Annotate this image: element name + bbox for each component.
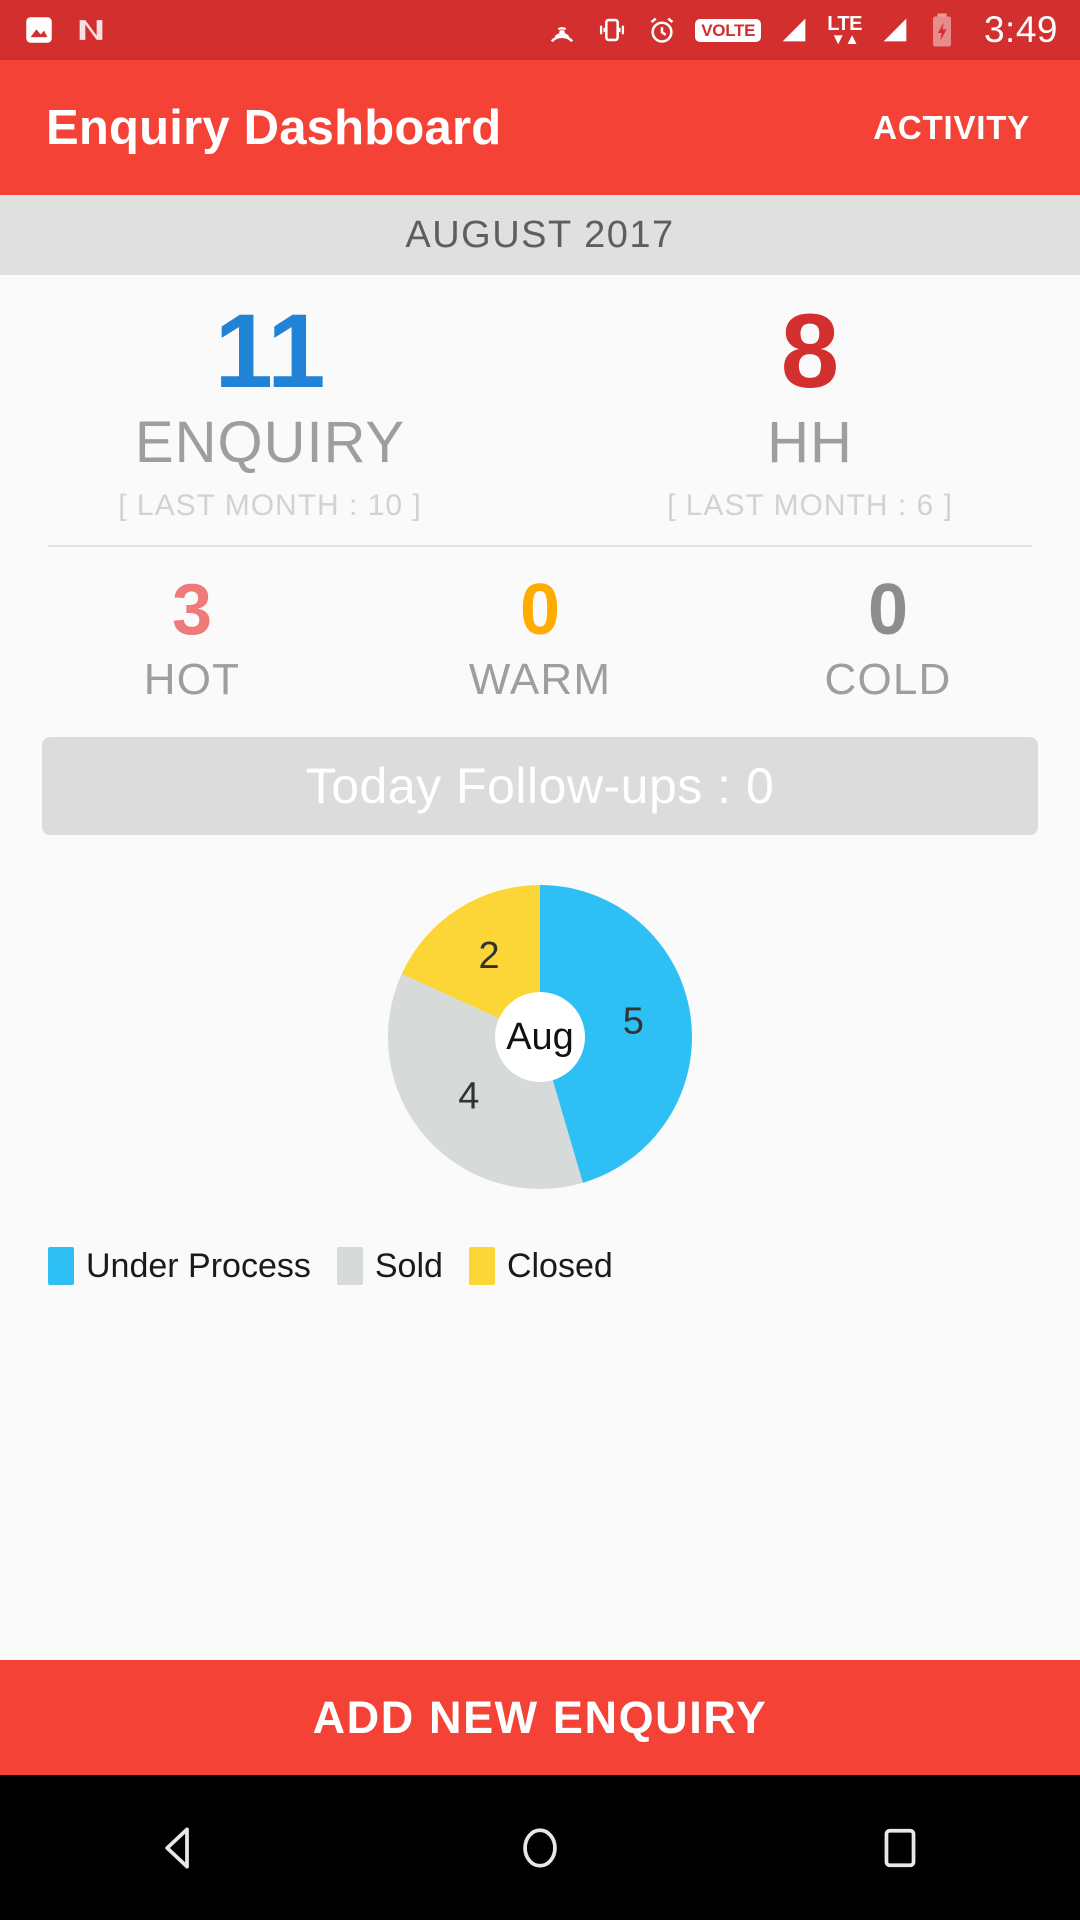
add-new-enquiry-button[interactable]: ADD NEW ENQUIRY: [0, 1660, 1080, 1775]
pie-chart-svg: 5 4 2Aug: [388, 884, 692, 1189]
primary-stats-row: 11 ENQUIRY [ LAST MONTH : 10 ] 8 HH [ LA…: [0, 275, 1080, 523]
image-icon: [22, 13, 56, 47]
signal-2-icon: [878, 13, 912, 47]
stat-enquiry-label: ENQUIRY: [134, 410, 406, 476]
stat-hot-value: 3: [171, 570, 213, 651]
volte-label: VOLTE: [695, 18, 762, 42]
back-nav-icon[interactable]: [80, 1775, 280, 1920]
android-navigation-bar: [0, 1775, 1080, 1920]
pie-center-label: Aug: [506, 1016, 574, 1058]
volte-icon: VOLTE: [695, 18, 762, 42]
lte-arrows-icon: ▼▲: [830, 30, 860, 48]
stat-warm-value: 0: [519, 570, 561, 651]
android-nougat-icon: [74, 13, 108, 47]
legend-label: Closed: [506, 1246, 613, 1285]
home-nav-icon[interactable]: [440, 1775, 640, 1920]
dashboard-content: 11 ENQUIRY [ LAST MONTH : 10 ] 8 HH [ LA…: [0, 275, 1080, 1660]
legend-item-under-process[interactable]: Under Process: [48, 1247, 311, 1286]
secondary-stats-row: 3 HOT 0 WARM 0 COLD: [0, 547, 1080, 705]
stat-cold-value: 0: [867, 570, 909, 651]
pie-slice-value-closed: 2: [478, 934, 499, 976]
app-bar: Enquiry Dashboard ACTIVITY: [0, 60, 1080, 195]
add-new-enquiry-label: ADD NEW ENQUIRY: [312, 1691, 768, 1743]
legend-swatch-icon: [468, 1247, 495, 1286]
battery-charging-icon: [928, 12, 956, 48]
legend-swatch-icon: [48, 1247, 74, 1286]
lte-data-icon: LTE ▼▲: [827, 14, 862, 47]
today-followups-label: Today Follow-ups : 0: [305, 757, 775, 814]
status-bar: VOLTE LTE ▼▲ 3:49: [0, 0, 1080, 60]
legend-swatch-icon: [336, 1247, 363, 1286]
stat-hh-last-month: [ LAST MONTH : 6 ]: [667, 489, 953, 523]
status-bar-system-icons: VOLTE LTE ▼▲ 3:49: [545, 9, 1058, 51]
stat-enquiry-value: 11: [214, 293, 326, 410]
app-root: VOLTE LTE ▼▲ 3:49 Enquiry Dashboard ACTI…: [0, 0, 1080, 1920]
stat-warm[interactable]: 0 WARM: [366, 570, 714, 705]
stat-hh-label: HH: [767, 410, 853, 476]
stat-cold[interactable]: 0 COLD: [714, 570, 1062, 705]
alarm-icon: [645, 13, 679, 47]
stat-hot[interactable]: 3 HOT: [18, 570, 366, 705]
month-selector-bar[interactable]: AUGUST 2017: [0, 195, 1080, 275]
vibrate-icon: [595, 13, 629, 47]
pie-slice-value-sold: 4: [458, 1075, 479, 1117]
stat-enquiry[interactable]: 11 ENQUIRY [ LAST MONTH : 10 ]: [0, 293, 540, 523]
pie-chart-legend: Under Process Sold Closed: [0, 1247, 1080, 1286]
cast-icon: [545, 13, 579, 47]
recents-nav-icon[interactable]: [800, 1775, 1000, 1920]
signal-icon: [777, 13, 811, 47]
legend-item-sold[interactable]: Sold: [336, 1246, 443, 1286]
status-bar-notifications: [22, 13, 108, 47]
enquiry-status-pie-chart: 5 4 2 Aug: [0, 857, 1080, 1237]
month-label: AUGUST 2017: [405, 213, 675, 256]
stat-enquiry-last-month: [ LAST MONTH : 10 ]: [118, 489, 422, 523]
legend-label: Sold: [374, 1246, 443, 1285]
page-title: Enquiry Dashboard: [46, 100, 502, 155]
clock-time: 3:49: [983, 9, 1058, 50]
legend-item-closed[interactable]: Closed: [468, 1246, 613, 1286]
activity-button[interactable]: ACTIVITY: [869, 101, 1034, 155]
pie-slice-value-under-process: 5: [623, 1000, 644, 1042]
stat-hh[interactable]: 8 HH [ LAST MONTH : 6 ]: [540, 293, 1080, 523]
legend-label: Under Process: [86, 1246, 311, 1285]
stat-hh-value: 8: [780, 293, 840, 410]
today-followups-button[interactable]: Today Follow-ups : 0: [42, 736, 1038, 835]
stat-cold-label: COLD: [824, 654, 952, 704]
stat-warm-label: WARM: [468, 654, 612, 704]
stat-hot-label: HOT: [143, 654, 241, 704]
